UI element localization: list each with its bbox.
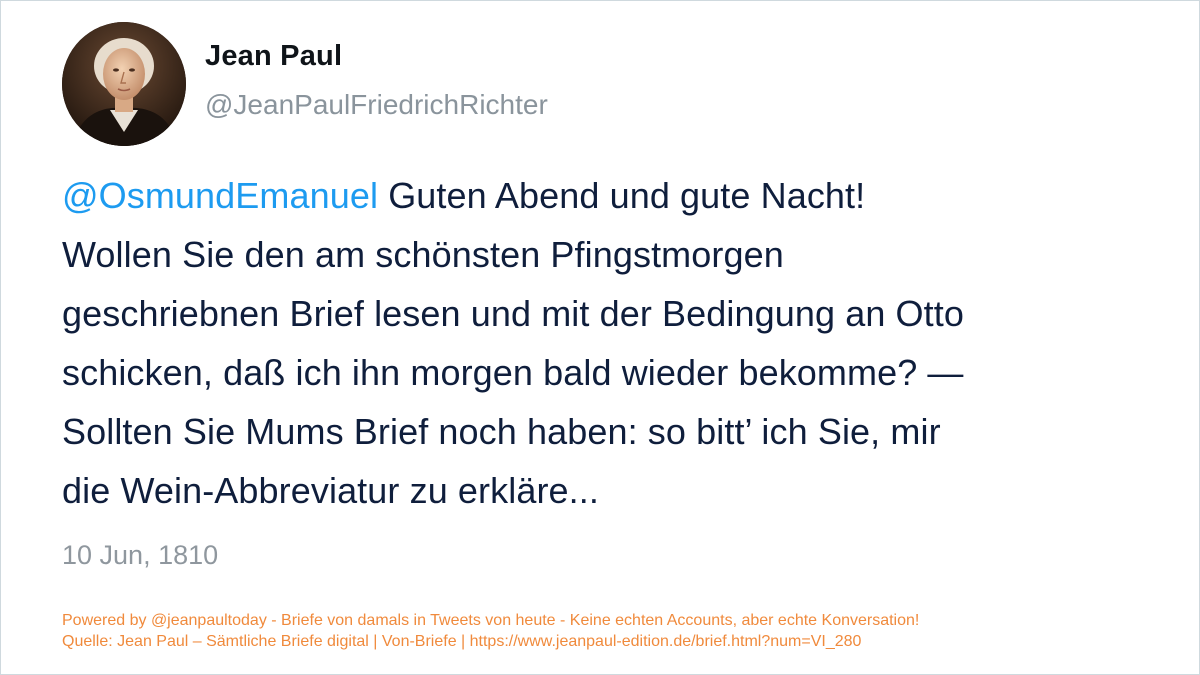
- tweet-line: Wollen Sie den am schönsten Pfingstmorge…: [62, 234, 784, 275]
- tweet-text: @OsmundEmanuel Guten Abend und gute Nach…: [62, 166, 1162, 520]
- tweet-line: geschriebnen Brief lesen und mit der Bed…: [62, 293, 964, 334]
- tweet-line-text: Guten Abend und gute Nacht!: [378, 175, 866, 216]
- tweet-date[interactable]: 10 Jun, 1810: [62, 540, 218, 571]
- tweet-line: die Wein-Abbreviatur zu erkläre...: [62, 470, 599, 511]
- footer-source: Quelle: Jean Paul – Sämtliche Briefe dig…: [62, 633, 862, 650]
- author-avatar[interactable]: [62, 22, 186, 146]
- mention-link[interactable]: @OsmundEmanuel: [62, 175, 378, 216]
- footer-powered-by: Powered by @jeanpaultoday - Briefe von d…: [62, 612, 920, 629]
- tweet-line: Sollten Sie Mums Brief noch haben: so bi…: [62, 411, 941, 452]
- author-name[interactable]: Jean Paul: [205, 40, 342, 73]
- attribution-footer: Powered by @jeanpaultoday - Briefe von d…: [62, 610, 919, 652]
- portrait-icon: [62, 22, 186, 146]
- tweet-line: schicken, daß ich ihn morgen bald wieder…: [62, 352, 964, 393]
- tweet-line: @OsmundEmanuel Guten Abend und gute Nach…: [62, 166, 1162, 225]
- author-handle[interactable]: @JeanPaulFriedrichRichter: [205, 89, 548, 121]
